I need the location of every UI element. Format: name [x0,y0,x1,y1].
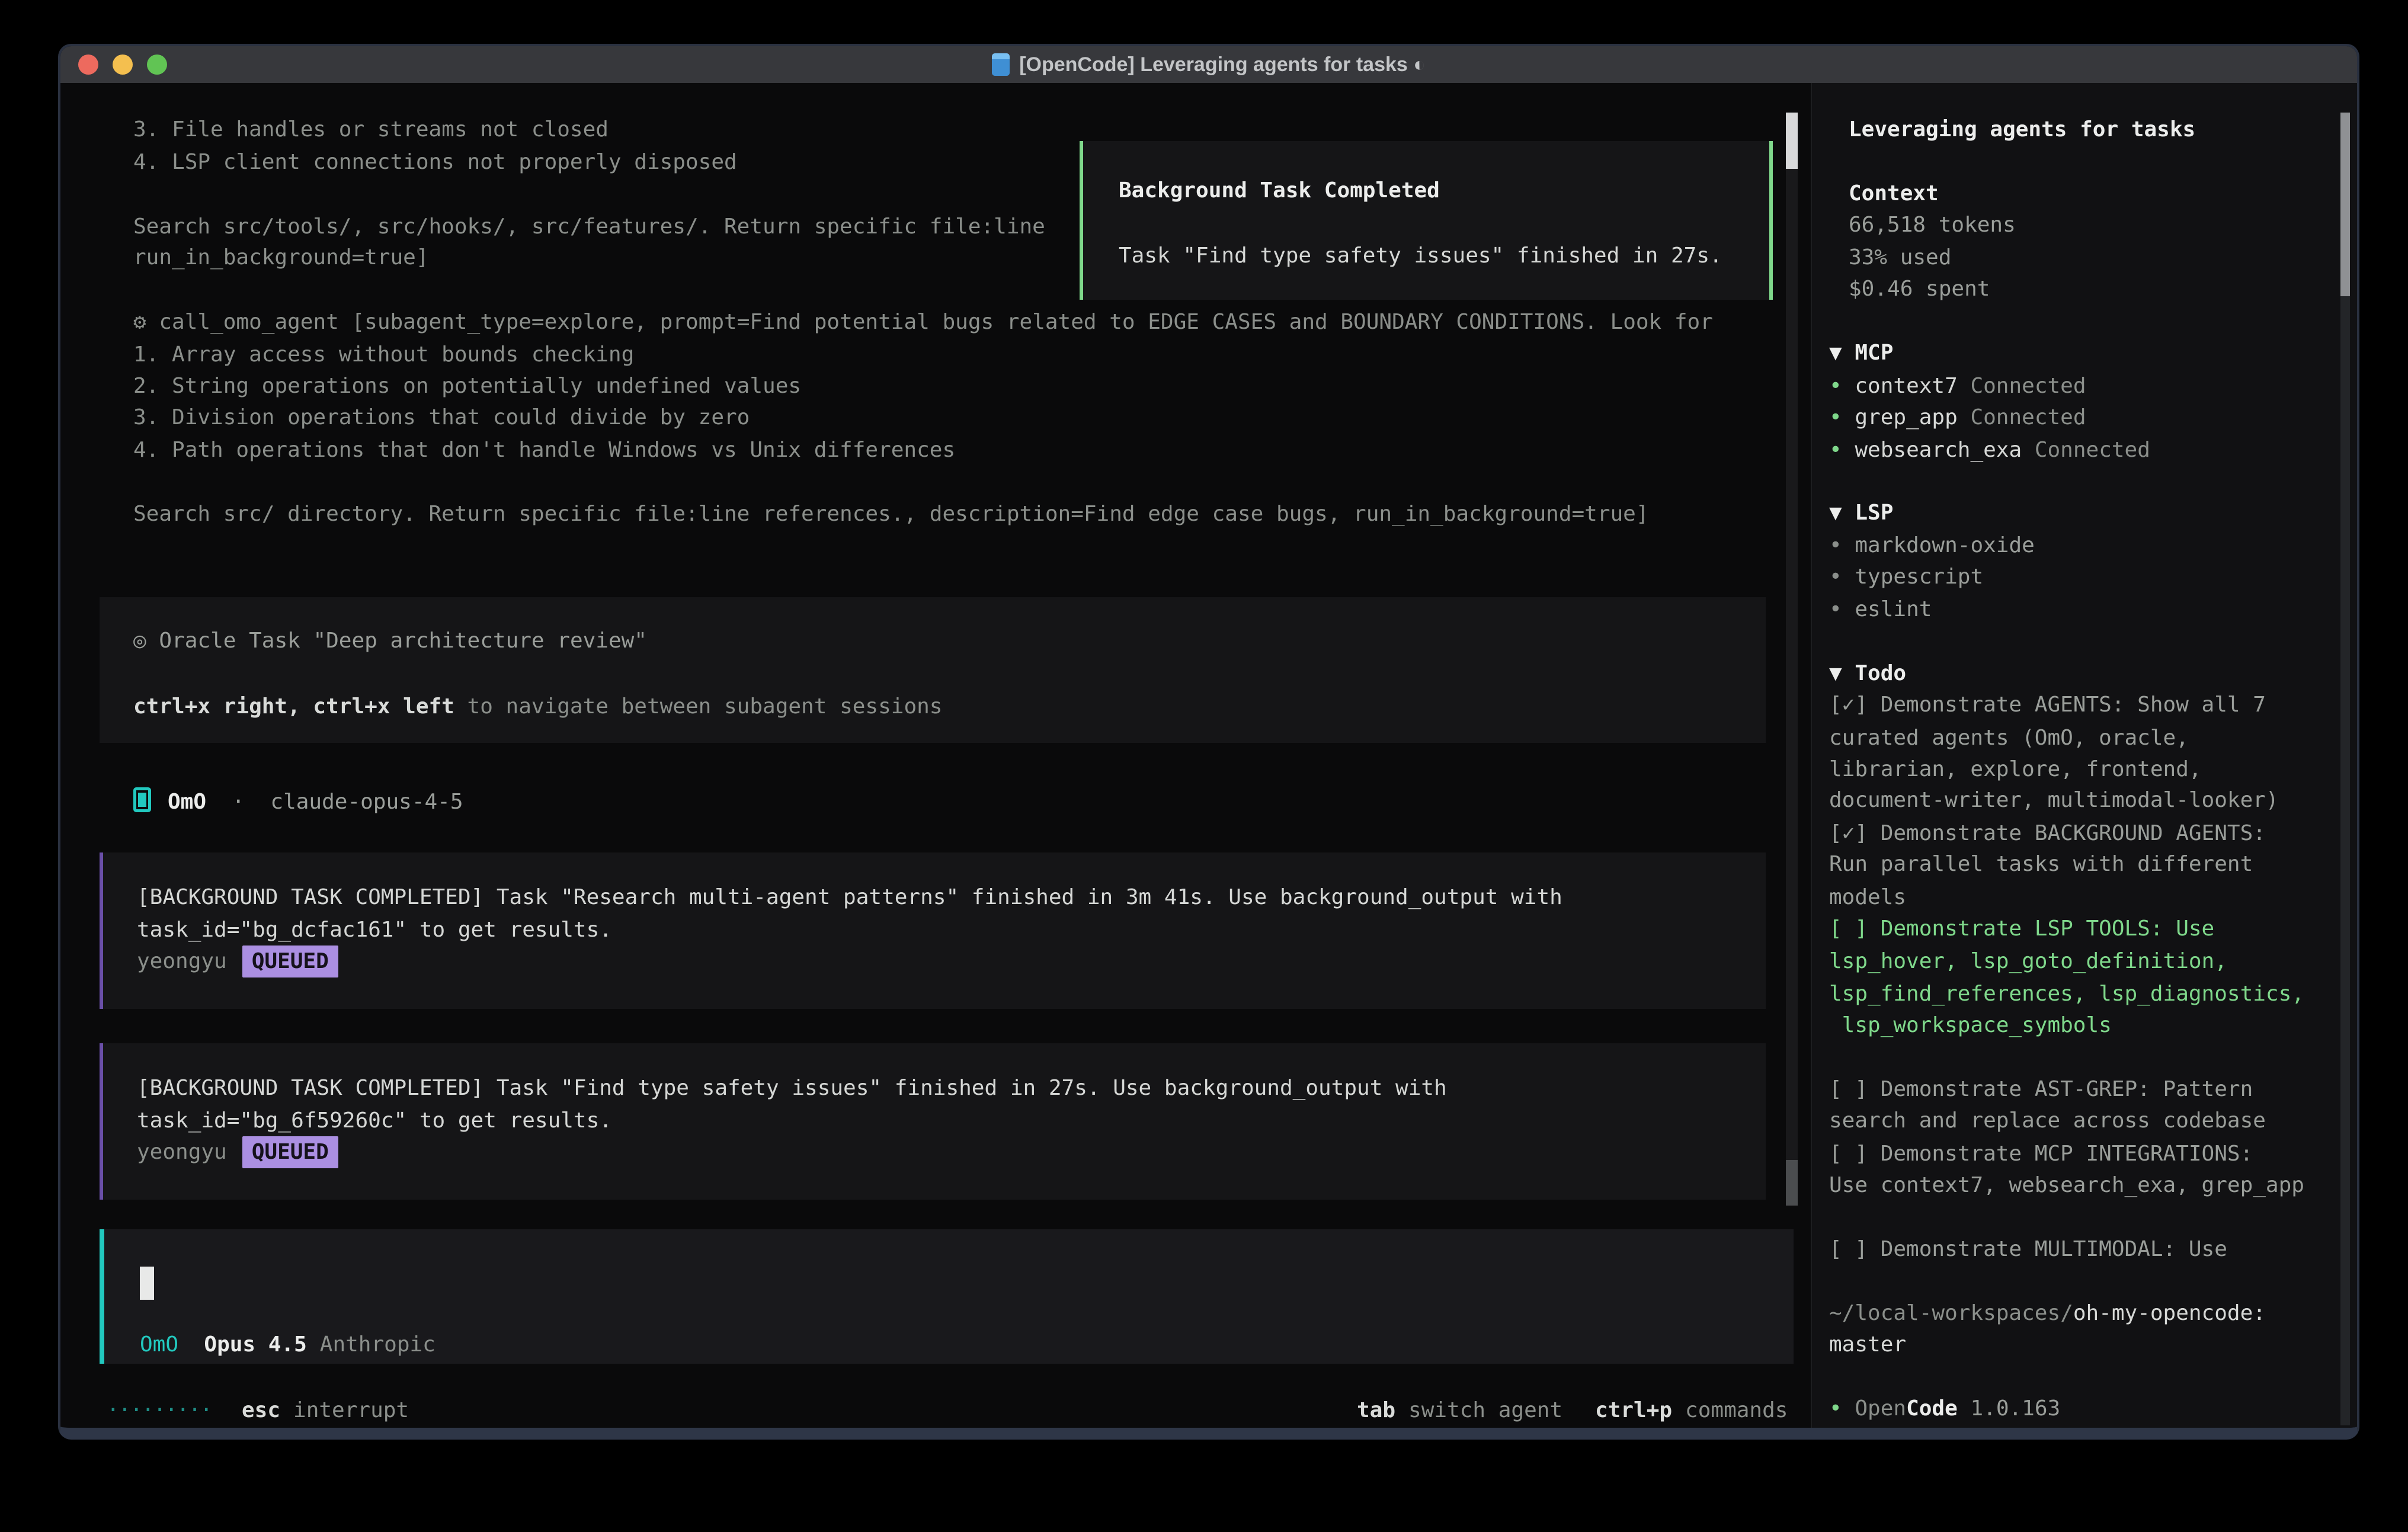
todo-done-line: document-writer, multimodal-looker) [1829,784,2279,816]
oracle-task-title: ◎ Oracle Task "Deep architecture review" [133,625,647,657]
omo-agent-icon [133,787,151,812]
document-icon [992,53,1010,76]
context-heading: Context [1849,178,1939,210]
bullet-icon: • [1829,565,1842,589]
queued-badge: QUEUED [242,1136,338,1168]
tool-call-header: ⚙ call_omo_agent [subagent_type=explore,… [133,306,1713,338]
todo-done-line: curated agents (OmO, oracle, [1829,722,2189,754]
tool-call-line: 3. Division operations that could divide… [133,402,750,434]
tool-call-line: 2. String operations on potentially unde… [133,370,801,402]
sidebar-scrollbar-thumb[interactable] [2340,113,2350,296]
scrollback-line: 4. LSP client connections not properly d… [133,146,737,178]
lsp-section-header[interactable]: ▼ LSP [1829,497,1893,529]
task-result-line: [BACKGROUND TASK COMPLETED] Task "Resear… [137,882,1562,914]
sidebar-scrollbar[interactable] [2340,113,2350,1425]
todo-pending-line: [ ] Demonstrate MULTIMODAL: Use [1829,1233,2227,1265]
zoom-button[interactable] [147,55,167,75]
mcp-section-header[interactable]: ▼ MCP [1829,337,1893,369]
queued-badge: QUEUED [242,946,338,977]
todo-pending-line: [ ] Demonstrate MCP INTEGRATIONS: [1829,1138,2253,1170]
tool-call-line: 4. Path operations that don't handle Win… [133,434,955,466]
task-result-line: task_id="bg_6f59260c" to get results. [137,1105,612,1137]
version-line: • OpenCode 1.0.163 [1829,1393,2060,1425]
working-spinner: ········· [107,1395,212,1427]
minimize-button[interactable] [113,55,133,75]
task-result-line: task_id="bg_dcfac161" to get results. [137,914,612,946]
commands-hint: ctrl+pcommands [1595,1395,1788,1427]
todo-done-line: [✓] Demonstrate BACKGROUND AGENTS: [1829,818,2266,850]
prompt-input[interactable]: OmO Opus 4.5Anthropic [100,1229,1794,1364]
tool-call-footer: Search src/ directory. Return specific f… [133,498,1649,530]
model-selector[interactable]: OmO Opus 4.5Anthropic [140,1329,436,1361]
todo-done-line: models [1829,882,1906,914]
todo-active-line: lsp_workspace_symbols [1829,1009,2112,1041]
toast-body: Task "Find type safety issues" finished … [1119,240,1722,272]
chat-scrollbar-thumb[interactable] [1786,113,1798,169]
todo-done-line: librarian, explore, frontend, [1829,754,2202,786]
bullet-icon: • [1829,374,1842,398]
text-cursor [140,1267,154,1300]
todo-pending-line: [ ] Demonstrate AST-GREP: Pattern [1829,1073,2253,1105]
workspace-path: ~/local-workspaces/oh-my-opencode: [1829,1297,2266,1329]
lsp-item: • eslint [1829,594,1932,626]
context-used: 33% used [1849,242,1951,274]
mcp-item: • websearch_exa Connected [1829,434,2150,466]
todo-active-line: [ ] Demonstrate LSP TOOLS: Use [1829,913,2214,945]
todo-active-line: lsp_find_references, lsp_diagnostics, [1829,978,2304,1010]
mcp-item: • grep_app Connected [1829,402,2086,434]
session-title: Leveraging agents for tasks [1849,114,2195,146]
background-task-toast: Background Task Completed Task "Find typ… [1080,141,1773,300]
gear-icon: ⚙ [133,310,146,334]
context-tokens: 66,518 tokens [1849,209,2016,241]
switch-agent-hint: tabswitch agent [1357,1395,1562,1427]
scrollback-line: run_in_background=true] [133,242,429,274]
bullet-icon: • [1829,405,1842,430]
todo-done-line: Run parallel tasks with different [1829,848,2253,880]
mcp-item: • context7 Connected [1829,370,2086,402]
traffic-lights [78,55,167,75]
subagent-nav-hint: ctrl+x right, ctrl+x left to navigate be… [133,691,942,723]
task-meta-line: yeongyuQUEUED [137,1136,338,1168]
lsp-item: • typescript [1829,561,1983,593]
oracle-icon: ◎ [133,629,146,653]
bullet-icon: • [1829,438,1842,462]
background-task-card: [BACKGROUND TASK COMPLETED] Task "Find t… [100,1043,1766,1200]
task-meta-line: yeongyuQUEUED [137,946,338,977]
tool-call-line: 1. Array access without bounds checking [133,339,634,371]
todo-done-line: [✓] Demonstrate AGENTS: Show all 7 [1829,689,2266,721]
todo-pending-line: Use context7, websearch_exa, grep_app [1829,1169,2304,1201]
interrupt-hint: escinterrupt [242,1395,409,1427]
scrollback-line: Search src/tools/, src/hooks/, src/featu… [133,211,1045,243]
bullet-icon: • [1829,533,1842,557]
scrollback-line: 3. File handles or streams not closed [133,114,609,146]
oracle-task-card: ◎ Oracle Task "Deep architecture review"… [100,597,1766,743]
workspace-branch: master [1829,1329,1906,1361]
task-result-line: [BACKGROUND TASK COMPLETED] Task "Find t… [137,1072,1447,1104]
close-button[interactable] [78,55,98,75]
title-bar: [OpenCode] Leveraging agents for tasks ◐ [60,46,2357,83]
toast-title: Background Task Completed [1119,175,1440,207]
agent-header: OmO · claude-opus-4-5 [133,786,463,818]
chat-scrollbar-thumb[interactable] [1786,1160,1798,1206]
terminal-window: [OpenCode] Leveraging agents for tasks ◐… [58,44,2359,1440]
bullet-icon: • [1829,1396,1842,1421]
chat-scrollbar[interactable] [1786,113,1798,1206]
todo-active-line: lsp_hover, lsp_goto_definition, [1829,946,2227,977]
window-title: [OpenCode] Leveraging agents for tasks ◐ [1019,46,1426,83]
todo-pending-line: search and replace across codebase [1829,1105,2266,1137]
context-spent: $0.46 spent [1849,273,1990,305]
lsp-item: • markdown-oxide [1829,530,2035,562]
background-task-card: [BACKGROUND TASK COMPLETED] Task "Resear… [100,852,1766,1009]
todo-section-header[interactable]: ▼ Todo [1829,658,1906,690]
bullet-icon: • [1829,597,1842,621]
